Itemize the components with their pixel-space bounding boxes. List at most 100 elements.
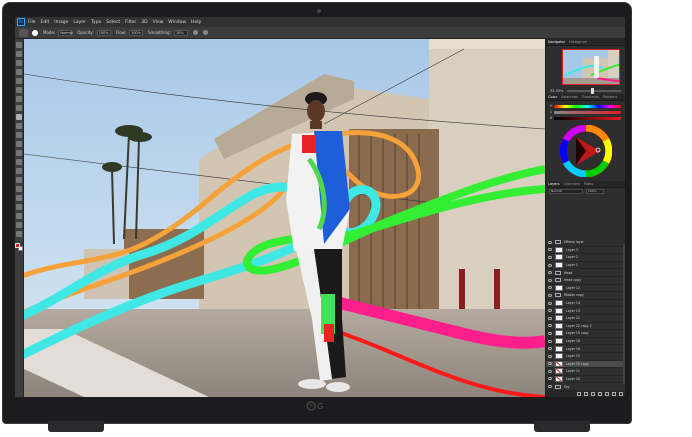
opacity-field[interactable]: 100% xyxy=(96,29,111,36)
tool-icon[interactable] xyxy=(16,168,22,174)
tab-channels[interactable]: Channels xyxy=(564,182,580,186)
tool-icon[interactable] xyxy=(16,123,22,129)
layer-row[interactable]: Layer 3 xyxy=(546,246,625,255)
tool-icon[interactable] xyxy=(16,150,22,156)
tab-patterns[interactable]: Patterns xyxy=(603,95,617,99)
tool-icon[interactable] xyxy=(16,60,22,66)
tab-navigator[interactable]: Navigator xyxy=(548,40,565,44)
visibility-eye-icon[interactable] xyxy=(548,324,552,328)
tool-icon[interactable] xyxy=(16,222,22,228)
tool-icon[interactable] xyxy=(16,105,22,111)
document-canvas[interactable] xyxy=(24,39,545,397)
new-layer-icon[interactable] xyxy=(612,391,616,396)
tab-swatches[interactable]: Swatches xyxy=(561,95,578,99)
layer-row[interactable]: Layer 10 copy xyxy=(546,360,625,369)
layer-row[interactable]: Layer 1 xyxy=(546,262,625,270)
smoothing-field[interactable]: 10% xyxy=(173,29,188,36)
visibility-eye-icon[interactable] xyxy=(548,331,552,335)
tab-color[interactable]: Color xyxy=(548,95,557,99)
adjustment-icon[interactable] xyxy=(598,391,602,396)
smoothing-options-icon[interactable] xyxy=(192,30,198,35)
layer-opacity-field[interactable]: 100% xyxy=(586,189,604,194)
menu-layer[interactable]: Layer xyxy=(73,20,86,25)
brightness-slider-row[interactable]: B xyxy=(550,115,621,121)
mode-select[interactable]: Normal xyxy=(58,29,73,36)
layer-row[interactable]: Layer 22 copy 2 xyxy=(546,322,625,331)
tool-icon[interactable] xyxy=(16,87,22,93)
navigator-preview[interactable] xyxy=(562,49,620,85)
tool-icon[interactable] xyxy=(16,141,22,147)
tool-icon[interactable] xyxy=(16,231,22,237)
visibility-eye-icon[interactable] xyxy=(548,309,552,313)
tool-icon[interactable] xyxy=(16,213,22,219)
tool-icon[interactable] xyxy=(16,42,22,48)
tool-icon[interactable] xyxy=(16,69,22,75)
layer-row[interactable]: Layer 15 xyxy=(546,353,625,361)
tab-paths[interactable]: Paths xyxy=(584,182,594,186)
link-layers-icon[interactable] xyxy=(577,391,581,396)
visibility-eye-icon[interactable] xyxy=(548,347,552,351)
visibility-eye-icon[interactable] xyxy=(548,271,552,275)
tool-icon[interactable] xyxy=(16,159,22,165)
layer-row[interactable]: Head copy xyxy=(546,277,625,285)
menu-help[interactable]: Help xyxy=(191,20,201,25)
mask-icon[interactable] xyxy=(591,391,595,396)
menu-edit[interactable]: Edit xyxy=(41,20,50,25)
menu-image[interactable]: Image xyxy=(54,20,68,25)
tool-icon[interactable] xyxy=(16,195,22,201)
tool-icon[interactable] xyxy=(16,132,22,138)
fx-icon[interactable] xyxy=(584,391,588,396)
visibility-eye-icon[interactable] xyxy=(548,255,552,259)
visibility-eye-icon[interactable] xyxy=(548,362,552,366)
layer-row[interactable]: Head xyxy=(546,269,625,277)
visibility-eye-icon[interactable] xyxy=(548,301,552,305)
tool-icon[interactable] xyxy=(16,96,22,102)
tool-icon[interactable] xyxy=(16,186,22,192)
tool-icon[interactable] xyxy=(16,177,22,183)
menu-filter[interactable]: Filter xyxy=(125,20,136,25)
menu-type[interactable]: Type xyxy=(91,20,101,25)
menu-view[interactable]: View xyxy=(153,20,164,25)
foreground-color-swatch[interactable] xyxy=(15,243,20,248)
visibility-eye-icon[interactable] xyxy=(548,354,552,358)
visibility-eye-icon[interactable] xyxy=(548,293,552,297)
color-wheel[interactable] xyxy=(559,125,612,177)
app-icon[interactable]: Ps xyxy=(17,18,25,26)
color-swatches-icon[interactable] xyxy=(15,243,23,251)
menu-3d[interactable]: 3D xyxy=(141,20,147,25)
visibility-eye-icon[interactable] xyxy=(548,240,552,244)
zoom-slider[interactable] xyxy=(567,87,621,94)
flow-field[interactable]: 100% xyxy=(128,29,143,36)
visibility-eye-icon[interactable] xyxy=(548,377,552,381)
tab-histogram[interactable]: Histogram xyxy=(569,40,587,44)
tool-icon[interactable] xyxy=(16,114,22,120)
blend-mode-select[interactable]: Normal xyxy=(549,189,583,194)
menu-file[interactable]: File xyxy=(28,20,36,25)
layer-row[interactable]: Layer 2 xyxy=(546,254,625,262)
visibility-eye-icon[interactable] xyxy=(548,385,552,389)
visibility-eye-icon[interactable] xyxy=(548,339,552,343)
menu-select[interactable]: Select xyxy=(106,20,120,25)
tool-icon[interactable] xyxy=(16,51,22,57)
layer-row[interactable]: Layer 13 xyxy=(546,307,625,315)
menu-window[interactable]: Window xyxy=(168,20,186,25)
pressure-icon[interactable] xyxy=(202,30,208,35)
layer-row[interactable]: Layer 12 xyxy=(546,284,625,293)
brush-preset-icon[interactable] xyxy=(19,28,28,37)
saturation-slider[interactable] xyxy=(554,110,621,114)
new-group-icon[interactable] xyxy=(605,391,609,396)
brush-size-icon[interactable] xyxy=(32,29,38,36)
hue-slider[interactable] xyxy=(554,104,621,108)
brightness-slider[interactable] xyxy=(554,116,621,120)
visibility-eye-icon[interactable] xyxy=(548,316,552,320)
layer-row[interactable]: Layer 14 xyxy=(546,300,625,308)
layer-row[interactable]: Layer 22 xyxy=(546,315,625,323)
tool-icon[interactable] xyxy=(16,78,22,84)
layer-row[interactable]: Layer 19 copy xyxy=(546,330,625,338)
visibility-eye-icon[interactable] xyxy=(548,278,552,282)
visibility-eye-icon[interactable] xyxy=(548,263,552,267)
layer-row[interactable]: Layer 10 xyxy=(546,375,625,384)
trash-icon[interactable] xyxy=(619,391,623,396)
zoom-value[interactable]: 33.33% xyxy=(550,89,563,93)
layer-row[interactable]: Layer 16 xyxy=(546,345,625,353)
